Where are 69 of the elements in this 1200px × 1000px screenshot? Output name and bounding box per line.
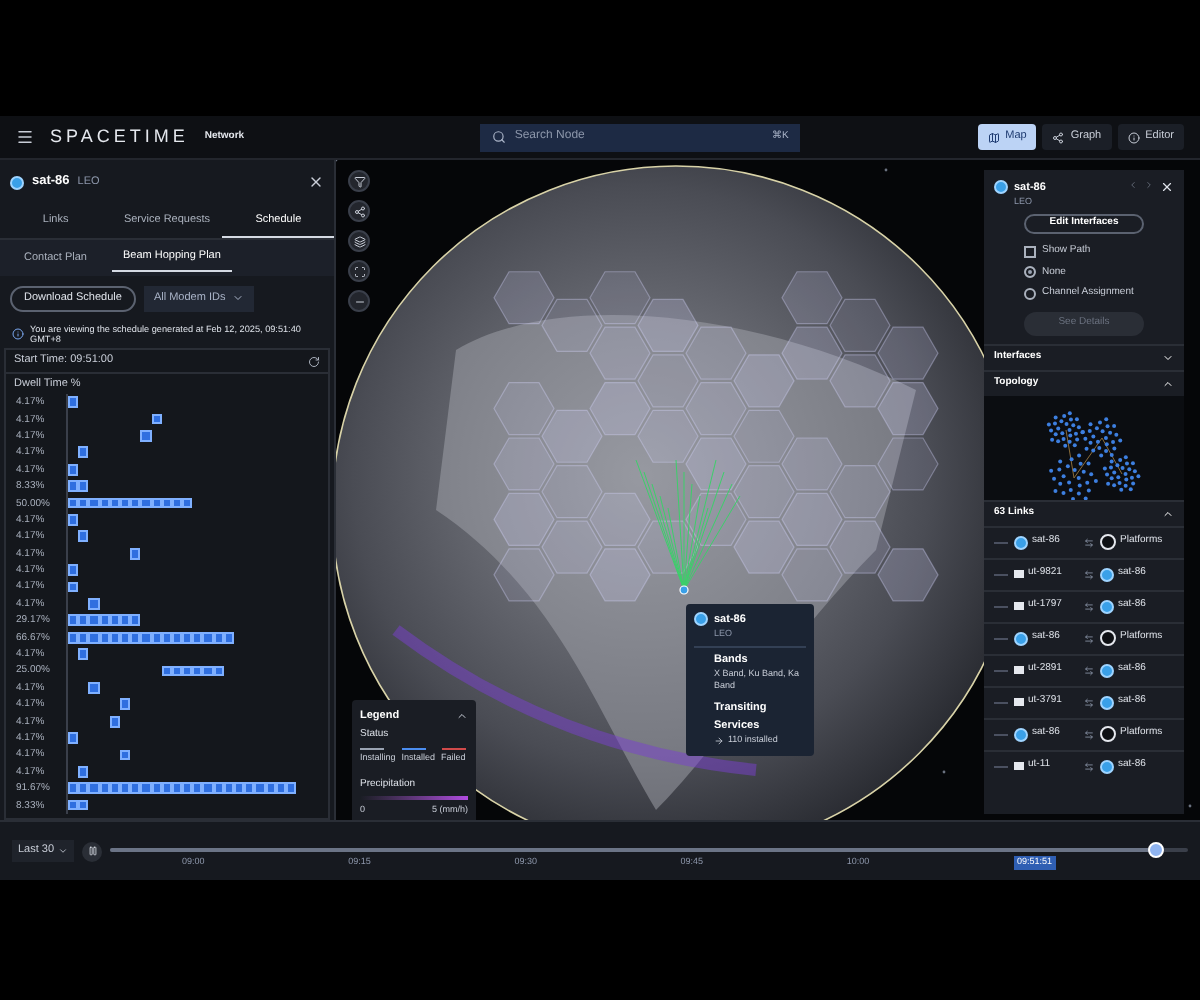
map-tool-button[interactable] <box>348 200 370 222</box>
map-tool-button[interactable] <box>348 170 370 192</box>
satellite-icon <box>1014 535 1028 549</box>
link-line-icon <box>994 669 1008 671</box>
pause-icon <box>87 846 98 856</box>
brand-logo: SPACETIME <box>50 123 189 150</box>
chevron-up-icon <box>1162 507 1174 519</box>
platform-icon <box>1100 726 1116 742</box>
close-icon[interactable] <box>1160 180 1174 194</box>
network-icon <box>353 205 365 217</box>
link-line-icon <box>994 605 1008 607</box>
terminal-icon <box>1014 602 1024 610</box>
link-arrows-icon <box>1084 697 1094 707</box>
link-arrows-icon <box>1084 729 1094 739</box>
arrow-icon <box>714 735 724 746</box>
filter-icon <box>353 175 365 187</box>
link-arrows-icon <box>1084 569 1094 579</box>
platform-icon <box>1100 534 1116 550</box>
chevron-down-icon <box>1162 351 1174 363</box>
link-arrows-icon <box>1084 633 1094 643</box>
link-line-icon <box>994 733 1008 735</box>
beam-lines-drawing <box>635 459 741 591</box>
terminal-icon <box>1014 762 1024 770</box>
satellite-icon <box>1100 567 1114 581</box>
link-arrows-icon <box>1084 601 1094 611</box>
pause-button[interactable] <box>82 841 103 861</box>
radio-button[interactable] <box>1024 287 1036 300</box>
link-arrows-icon <box>1084 761 1094 771</box>
link-line-icon <box>994 637 1008 639</box>
platform-icon <box>1100 630 1116 646</box>
layers-icon <box>353 235 365 247</box>
nodes-icon <box>1052 131 1065 143</box>
chevron-down-icon <box>58 846 69 856</box>
radio-button[interactable] <box>1024 266 1036 279</box>
map-tool-button[interactable] <box>348 290 370 312</box>
satellite-icon <box>10 175 24 189</box>
satellite-icon <box>1100 759 1114 773</box>
timeline-thumb[interactable] <box>1147 842 1164 859</box>
map-icon <box>987 131 1000 143</box>
minus-icon <box>353 295 365 307</box>
satellite-marker[interactable] <box>679 585 689 595</box>
refresh-icon[interactable] <box>308 355 320 367</box>
info-icon <box>1127 131 1140 143</box>
satellite-icon <box>1014 631 1028 645</box>
link-arrows-icon <box>1084 537 1094 547</box>
menu-icon[interactable] <box>16 128 34 146</box>
satellite-icon <box>694 612 708 626</box>
terminal-icon <box>1014 570 1024 578</box>
link-line-icon <box>994 765 1008 767</box>
satellite-icon <box>1100 599 1114 613</box>
search-icon <box>492 130 507 144</box>
info-icon <box>12 328 24 340</box>
satellite-icon <box>1100 695 1114 709</box>
terminal-icon <box>1014 698 1024 706</box>
collapse-icon[interactable] <box>456 710 468 723</box>
link-line-icon <box>994 573 1008 575</box>
link-line-icon <box>994 541 1008 543</box>
chevron-down-icon <box>231 292 244 304</box>
close-icon[interactable] <box>308 174 324 190</box>
satellite-icon <box>1014 727 1028 741</box>
link-line-icon <box>994 701 1008 703</box>
checkbox[interactable] <box>1024 245 1036 258</box>
terminal-icon <box>1014 666 1024 674</box>
satellite-icon <box>994 180 1008 194</box>
map-tool-button[interactable] <box>348 230 370 252</box>
chevron-up-icon <box>1162 377 1174 389</box>
link-arrows-icon <box>1084 665 1094 675</box>
map-tool-button[interactable] <box>348 260 370 282</box>
satellite-icon <box>1100 663 1114 677</box>
